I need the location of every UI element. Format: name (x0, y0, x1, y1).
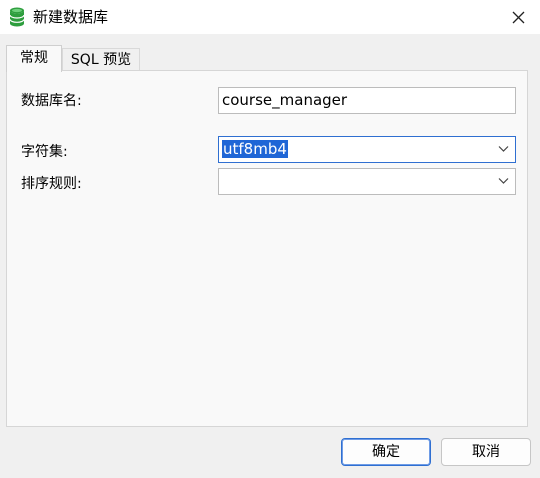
charset-value: utf8mb4 (222, 140, 288, 158)
cancel-button[interactable]: 取消 (441, 438, 531, 466)
db-name-label: 数据库名: (21, 93, 82, 109)
tab-sql-preview[interactable]: SQL 预览 (62, 48, 140, 71)
ok-button[interactable]: 确定 (341, 438, 431, 466)
title-bar: 新建数据库 (0, 0, 540, 34)
chevron-down-icon (498, 178, 509, 184)
db-name-input[interactable]: course_manager (218, 87, 516, 114)
database-icon (9, 7, 25, 27)
tab-general[interactable]: 常规 (6, 45, 62, 72)
new-database-dialog: 新建数据库 常规 SQL 预览 数据库名: course_manager 字符集… (0, 0, 540, 478)
charset-select[interactable]: utf8mb4 (218, 136, 516, 163)
db-name-value: course_manager (222, 91, 348, 109)
general-panel: 数据库名: course_manager 字符集: utf8mb4 排序规则: (6, 70, 528, 427)
charset-label: 字符集: (21, 144, 68, 160)
dialog-title: 新建数据库 (33, 8, 109, 26)
chevron-down-icon (498, 146, 509, 152)
collation-label: 排序规则: (21, 176, 82, 192)
close-button[interactable] (496, 0, 540, 34)
collation-select[interactable] (218, 168, 516, 195)
close-icon (512, 11, 524, 23)
